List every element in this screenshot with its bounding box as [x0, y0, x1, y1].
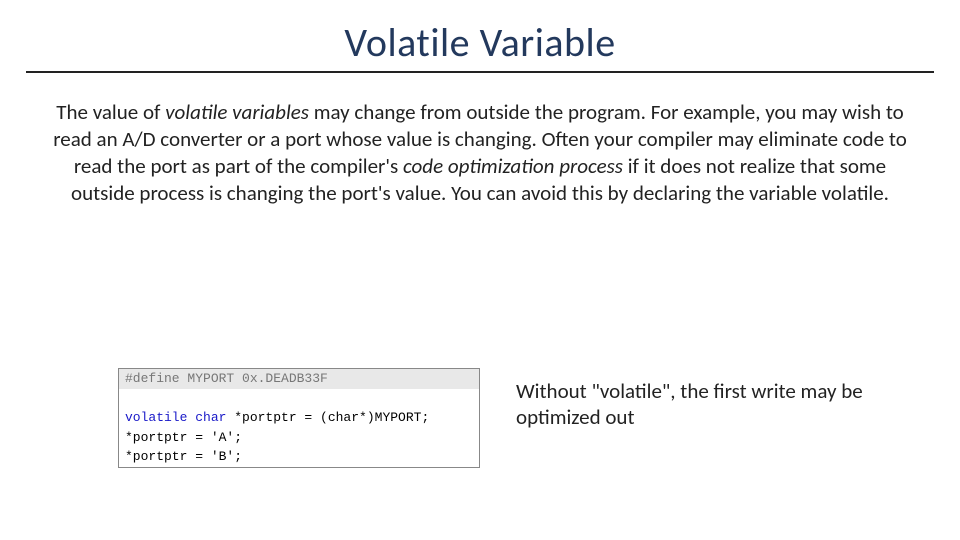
slide-title: Volatile Variable: [0, 18, 960, 67]
code-keyword: volatile char: [125, 410, 234, 425]
code-block: #define MYPORT 0x.DEADB33F volatile char…: [118, 368, 480, 468]
para-pre: The value of: [56, 99, 165, 125]
code-line-4: *portptr = 'B';: [119, 447, 479, 467]
para-italic-1: volatile variables: [165, 99, 309, 125]
body-paragraph: The value of volatile variables may chan…: [40, 99, 920, 207]
footer: Embedded c ICTP-IAEA 13: [0, 530, 960, 540]
code-decl-rest: *portptr = (char*)MYPORT;: [234, 410, 429, 425]
code-directive: #define MYPORT 0x.DEADB33F: [119, 369, 479, 389]
code-line-3: *portptr = 'A';: [119, 428, 479, 448]
code-blank: [119, 389, 479, 409]
code-caption: Without "volatile", the first write may …: [516, 378, 876, 431]
para-italic-2: code optimization process: [403, 153, 623, 179]
title-rule: [26, 71, 934, 73]
code-declaration: volatile char *portptr = (char*)MYPORT;: [119, 408, 479, 428]
